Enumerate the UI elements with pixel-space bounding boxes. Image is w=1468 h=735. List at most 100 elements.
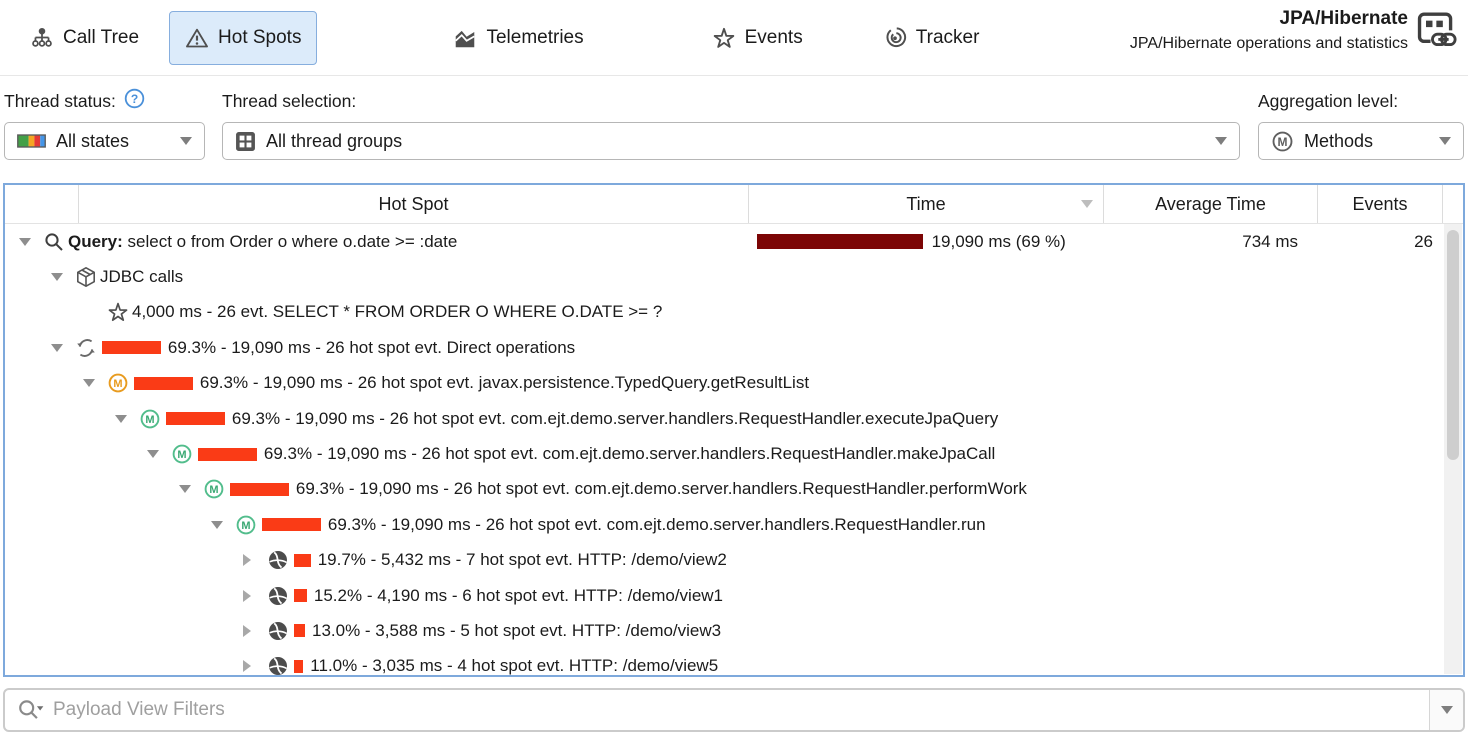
time-bar (757, 234, 923, 249)
star-icon (107, 301, 132, 323)
aggregation-level-select[interactable]: M Methods (1258, 122, 1464, 160)
hot-spot-inline-bar (134, 377, 193, 390)
hot-spot-text: 69.3% - 19,090 ms - 26 hot spot evt. com… (328, 515, 986, 535)
table-row[interactable]: M 69.3% - 19,090 ms - 26 hot spot evt. co… (5, 436, 1443, 471)
table-row[interactable]: 19.7% - 5,432 ms - 7 hot spot evt. HTTP:… (5, 543, 1443, 578)
thread-status-select[interactable]: All states (4, 122, 205, 160)
header-tree-spacer (5, 185, 79, 223)
svg-text:M: M (145, 414, 154, 426)
svg-text:M: M (209, 484, 218, 496)
hot-spot-cell: 4,000 ms - 26 evt. SELECT * FROM ORDER O… (5, 301, 662, 323)
call-tree-icon (30, 26, 54, 50)
loop-icon (75, 337, 100, 359)
aggregation-level-label: Aggregation level: (1258, 91, 1398, 112)
search-filter-icon[interactable] (17, 698, 45, 722)
events-value: 26 (1318, 232, 1443, 252)
aggregation-level-value: Methods (1304, 131, 1373, 152)
package-icon (75, 266, 100, 288)
thread-groups-icon (235, 131, 256, 152)
table-row[interactable]: M 69.3% - 19,090 ms - 26 hot spot evt. ja… (5, 366, 1443, 401)
tab-label: Hot Spots (218, 27, 301, 49)
hot-spots-table: Hot Spot Time Average Time Events Query:… (3, 183, 1465, 677)
expander-expanded-icon[interactable] (51, 273, 75, 281)
table-row[interactable]: Query: select o from Order o where o.dat… (5, 224, 1443, 259)
table-row[interactable]: JDBC calls (5, 259, 1443, 294)
thread-selection-value: All thread groups (266, 131, 402, 152)
method-orange-icon: M (107, 372, 132, 394)
svg-text:?: ? (131, 92, 138, 106)
thread-selection-label: Thread selection: (222, 91, 356, 112)
hot-spot-text: 19.7% - 5,432 ms - 7 hot spot evt. HTTP:… (318, 550, 727, 570)
expander-expanded-icon[interactable] (83, 379, 107, 387)
tab-call-tree[interactable]: Call Tree (14, 11, 155, 65)
method-green-icon: M (171, 443, 196, 465)
table-body: Query: select o from Order o where o.dat… (5, 224, 1443, 675)
expander-collapsed-icon[interactable] (243, 590, 267, 602)
globe-icon (267, 549, 292, 571)
expander-collapsed-icon[interactable] (243, 660, 267, 672)
tab-telemetries[interactable]: Telemetries (437, 11, 599, 65)
expander-collapsed-icon[interactable] (243, 554, 267, 566)
tab-events[interactable]: Events (696, 11, 819, 65)
hot-spot-text: 69.3% - 19,090 ms - 26 hot spot evt. jav… (200, 373, 809, 393)
globe-icon (267, 655, 292, 675)
probe-view-title: JPA/Hibernate JPA/Hibernate operations a… (1130, 8, 1408, 53)
expander-expanded-icon[interactable] (211, 521, 235, 529)
hot-spot-cell: 15.2% - 4,190 ms - 6 hot spot evt. HTTP:… (5, 585, 723, 607)
hot-spot-cell: 11.0% - 3,035 ms - 4 hot spot evt. HTTP:… (5, 655, 718, 675)
expander-collapsed-icon[interactable] (243, 625, 267, 637)
globe-icon (267, 585, 292, 607)
svg-text:M: M (113, 378, 122, 390)
column-header-events[interactable]: Events (1318, 185, 1443, 223)
svg-text:M: M (241, 520, 250, 532)
hot-spot-text: 69.3% - 19,090 ms - 26 hot spot evt. com… (264, 444, 995, 464)
hot-spot-inline-bar (262, 518, 321, 531)
tab-tracker[interactable]: Tracker (867, 11, 996, 65)
table-row[interactable]: 11.0% - 3,035 ms - 4 hot spot evt. HTTP:… (5, 649, 1443, 675)
hot-spot-inline-bar (198, 448, 257, 461)
expander-expanded-icon[interactable] (179, 485, 203, 493)
view-tabs: Call Tree Hot Spots Telemetries (0, 11, 995, 65)
thread-selection-select[interactable]: All thread groups (222, 122, 1240, 160)
page-title: JPA/Hibernate (1130, 8, 1408, 30)
thread-states-icon (17, 134, 46, 148)
payload-filter-input[interactable] (53, 699, 1463, 721)
help-icon[interactable]: ? (124, 88, 145, 114)
hot-spot-cell: 13.0% - 3,588 ms - 5 hot spot evt. HTTP:… (5, 620, 721, 642)
table-row[interactable]: 13.0% - 3,588 ms - 5 hot spot evt. HTTP:… (5, 613, 1443, 648)
expander-expanded-icon[interactable] (147, 450, 171, 458)
filter-toolbar: Thread status: ? All states Thread selec… (0, 76, 1468, 180)
tab-label: Call Tree (63, 27, 139, 49)
hot-spot-inline-bar (294, 589, 307, 602)
hot-spot-text: 15.2% - 4,190 ms - 6 hot spot evt. HTTP:… (314, 586, 723, 606)
tab-label: Events (745, 27, 803, 49)
scrollbar-thumb[interactable] (1447, 230, 1459, 460)
hot-spot-cell: JDBC calls (5, 266, 183, 288)
vertical-scrollbar[interactable] (1444, 224, 1462, 674)
table-row[interactable]: 4,000 ms - 26 evt. SELECT * FROM ORDER O… (5, 295, 1443, 330)
table-header: Hot Spot Time Average Time Events (5, 185, 1463, 224)
method-gray-icon: M (1271, 130, 1294, 153)
expander-expanded-icon[interactable] (115, 415, 139, 423)
hot-spot-text: Query: select o from Order o where o.dat… (68, 232, 457, 252)
column-header-average-time[interactable]: Average Time (1104, 185, 1318, 223)
tab-hot-spots[interactable]: Hot Spots (169, 11, 317, 65)
hot-spot-text-prefix: Query: (68, 232, 123, 251)
chevron-down-icon (1215, 137, 1227, 145)
table-row[interactable]: M69.3% - 19,090 ms - 26 hot spot evt. co… (5, 472, 1443, 507)
table-row[interactable]: 15.2% - 4,190 ms - 6 hot spot evt. HTTP:… (5, 578, 1443, 613)
table-row[interactable]: M 69.3% - 19,090 ms - 26 hot spot evt. co… (5, 507, 1443, 542)
hot-spot-inline-bar (102, 341, 161, 354)
sort-descending-icon (1081, 200, 1093, 208)
method-green-icon: M (139, 408, 164, 430)
header-scrollbar-spacer (1443, 185, 1463, 223)
hot-spot-text: 69.3% - 19,090 ms - 26 hot spot evt. Dir… (168, 338, 575, 358)
table-row[interactable]: 69.3% - 19,090 ms - 26 hot spot evt. Dir… (5, 330, 1443, 365)
expander-expanded-icon[interactable] (51, 344, 75, 352)
expander-expanded-icon[interactable] (19, 238, 43, 246)
filter-dropdown-button[interactable] (1429, 690, 1463, 730)
table-row[interactable]: M69.3% - 19,090 ms - 26 hot spot evt. co… (5, 401, 1443, 436)
column-header-time[interactable]: Time (749, 185, 1104, 223)
hot-spot-cell: 69.3% - 19,090 ms - 26 hot spot evt. Dir… (5, 337, 575, 359)
column-header-hot-spot[interactable]: Hot Spot (79, 185, 749, 223)
